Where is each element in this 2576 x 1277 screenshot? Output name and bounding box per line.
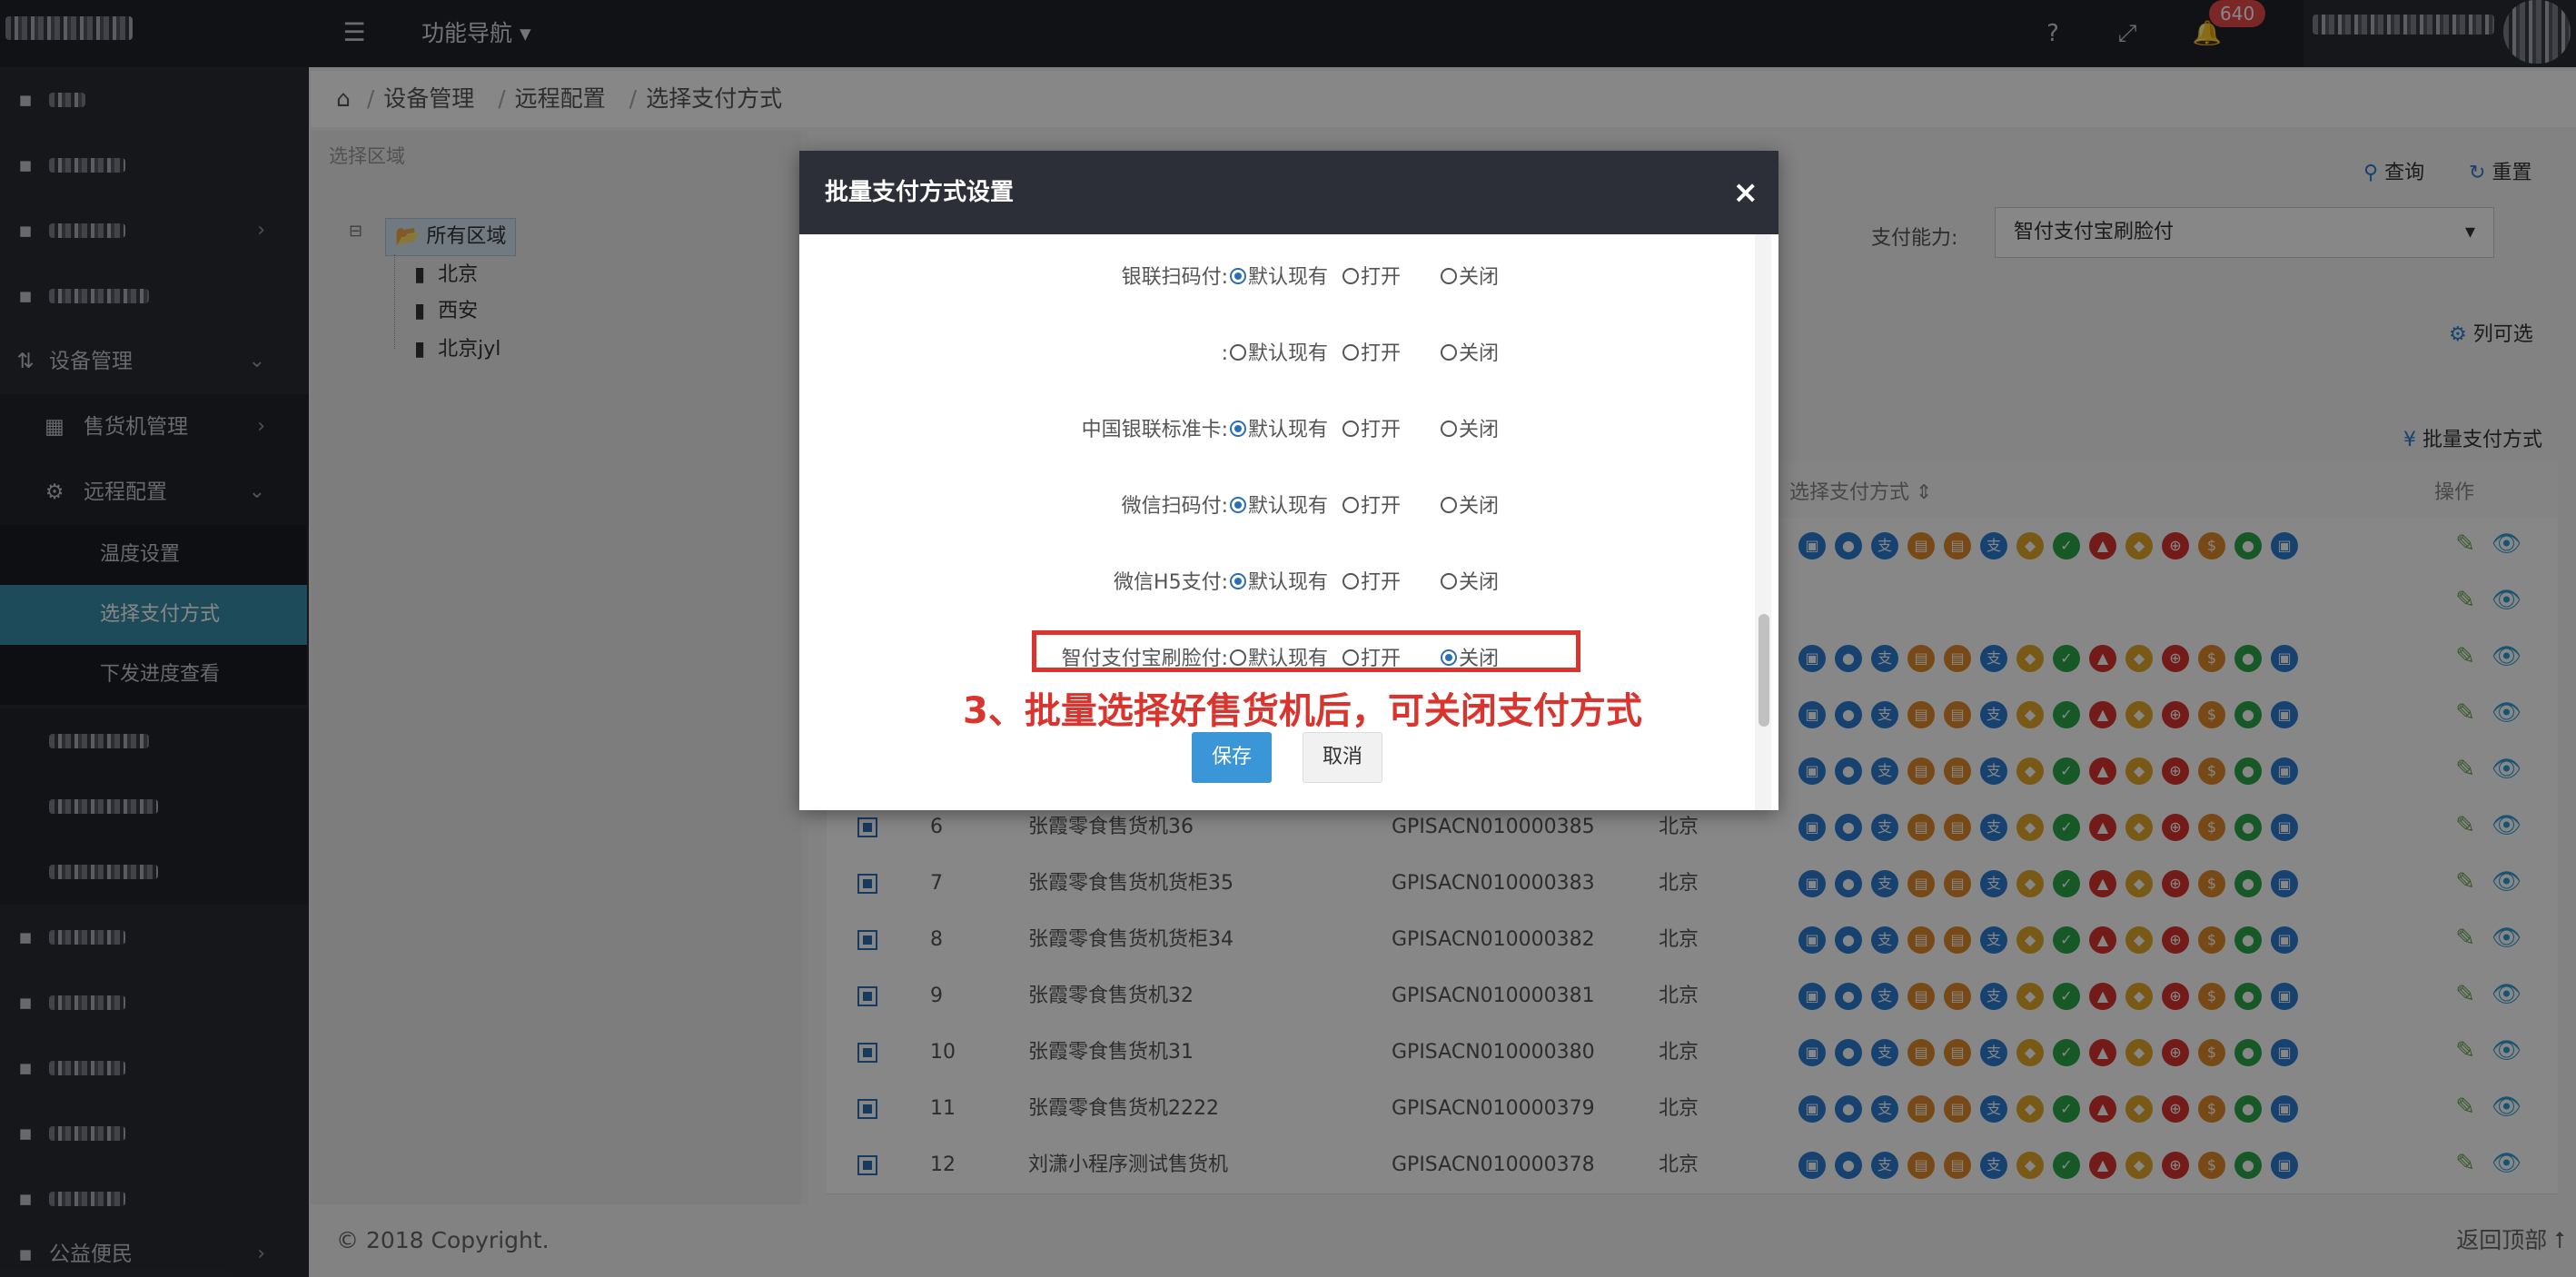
batch-payment-modal: 批量支付方式设置 × 银联扫码付: 默认现有 打开 关闭: 默认现有 打开 关闭 中国银联标准… (799, 151, 1778, 810)
radio-option-default[interactable]: 默认现有 (1230, 489, 1328, 525)
radio-option-default[interactable]: 默认现有 (1230, 412, 1328, 449)
radio-label: 默认现有 (1248, 342, 1329, 365)
radio-label: 打开 (1361, 342, 1402, 365)
modal-scrollbar-thumb[interactable] (1759, 614, 1769, 727)
radio-button[interactable] (1230, 497, 1246, 513)
modal-title: 批量支付方式设置 (825, 179, 1015, 206)
payment-setting-row: 中国银联标准卡: 默认现有 打开 关闭 (799, 412, 1708, 449)
radio-label: 打开 (1361, 419, 1402, 441)
radio-option-off[interactable]: 关闭 (1441, 489, 1499, 525)
payment-setting-row: 微信H5支付: 默认现有 打开 关闭 (799, 565, 1708, 601)
radio-option-default[interactable]: 默认现有 (1230, 260, 1328, 296)
radio-button[interactable] (1441, 344, 1457, 361)
radio-option-on[interactable]: 打开 (1342, 489, 1401, 525)
radio-option-on[interactable]: 打开 (1342, 260, 1401, 296)
radio-button[interactable] (1230, 268, 1246, 284)
radio-option-on[interactable]: 打开 (1342, 336, 1401, 372)
payment-setting-row: 银联扫码付: 默认现有 打开 关闭 (799, 260, 1708, 296)
radio-label: 打开 (1361, 266, 1402, 289)
payment-setting-label: : (1221, 342, 1228, 365)
radio-button[interactable] (1342, 344, 1359, 361)
radio-label: 关闭 (1459, 342, 1500, 365)
modal-header: 批量支付方式设置 × (799, 151, 1778, 234)
annotation-text: 3、批量选择好售货机后，可关闭支付方式 (963, 690, 1642, 732)
radio-option-off[interactable]: 关闭 (1441, 260, 1499, 296)
radio-button[interactable] (1342, 421, 1359, 437)
radio-option-default[interactable]: 默认现有 (1230, 565, 1328, 601)
cancel-button[interactable]: 取消 (1303, 732, 1382, 783)
radio-button[interactable] (1441, 497, 1457, 513)
payment-setting-label: 微信扫码付: (1121, 495, 1228, 518)
radio-button[interactable] (1441, 421, 1457, 437)
radio-button[interactable] (1230, 573, 1246, 589)
annotation-highlight-box (1032, 630, 1580, 672)
radio-label: 默认现有 (1248, 495, 1329, 518)
radio-button[interactable] (1342, 497, 1359, 513)
radio-label: 关闭 (1459, 266, 1500, 289)
payment-setting-row: 微信扫码付: 默认现有 打开 关闭 (799, 489, 1708, 525)
radio-button[interactable] (1441, 268, 1457, 284)
radio-label: 打开 (1361, 571, 1402, 594)
radio-label: 默认现有 (1248, 419, 1329, 441)
radio-button[interactable] (1342, 573, 1359, 589)
radio-button[interactable] (1342, 268, 1359, 284)
save-button[interactable]: 保存 (1192, 732, 1272, 783)
radio-option-off[interactable]: 关闭 (1441, 565, 1499, 601)
radio-option-off[interactable]: 关闭 (1441, 412, 1499, 449)
radio-label: 关闭 (1459, 571, 1500, 594)
radio-option-default[interactable]: 默认现有 (1230, 336, 1328, 372)
payment-setting-label: 中国银联标准卡: (1081, 419, 1228, 441)
radio-button[interactable] (1230, 421, 1246, 437)
radio-option-on[interactable]: 打开 (1342, 412, 1401, 449)
payment-setting-label: 银联扫码付: (1121, 266, 1228, 289)
radio-label: 关闭 (1459, 495, 1500, 518)
radio-label: 默认现有 (1248, 571, 1329, 594)
radio-option-off[interactable]: 关闭 (1441, 336, 1499, 372)
radio-label: 打开 (1361, 495, 1402, 518)
payment-setting-label: 微信H5支付: (1114, 571, 1228, 594)
close-icon[interactable]: × (1733, 151, 1759, 234)
payment-setting-row: : 默认现有 打开 关闭 (799, 336, 1708, 372)
radio-label: 默认现有 (1248, 266, 1329, 289)
radio-label: 关闭 (1459, 419, 1500, 441)
radio-option-on[interactable]: 打开 (1342, 565, 1401, 601)
radio-button[interactable] (1441, 573, 1457, 589)
radio-button[interactable] (1230, 344, 1246, 361)
